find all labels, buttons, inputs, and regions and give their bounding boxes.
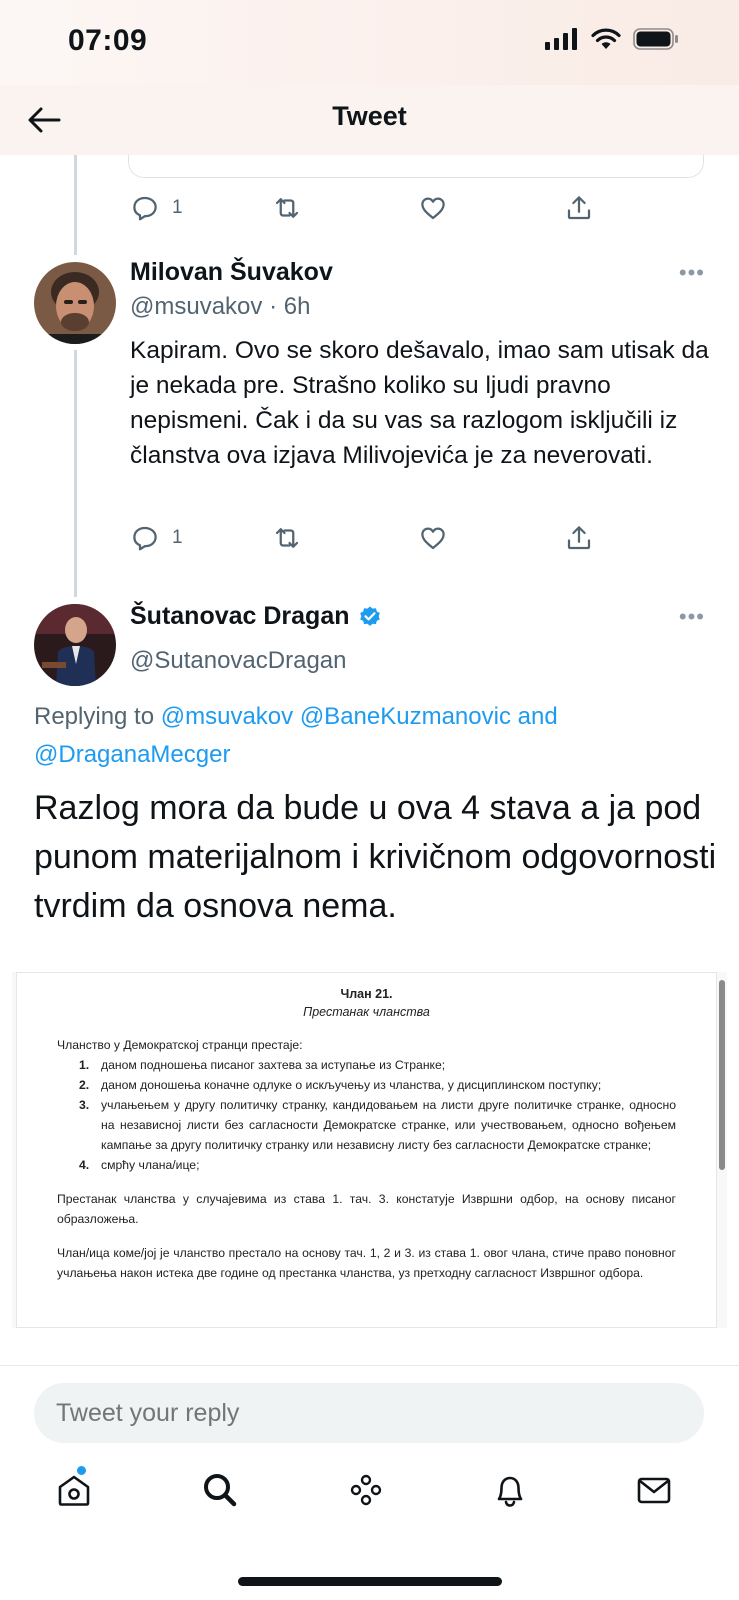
battery-icon — [633, 28, 678, 50]
tab-bar — [0, 1460, 739, 1540]
tab-spaces[interactable] — [336, 1460, 396, 1520]
replying-prefix: Replying to — [34, 703, 155, 730]
share-button[interactable] — [564, 518, 594, 558]
retweet-icon — [275, 198, 299, 218]
doc-heading: Члан 21. — [340, 987, 393, 1001]
doc-intro: Чланство у Демократској странци престаје… — [57, 1038, 303, 1052]
more-options-button[interactable]: ••• — [679, 260, 705, 286]
author-handle: @SutanovacDragan — [130, 647, 347, 674]
home-icon — [58, 1475, 90, 1506]
signal-icon — [545, 28, 577, 50]
page-title: Tweet — [332, 101, 407, 131]
status-bar: 07:09 — [0, 0, 739, 85]
tweet-text: Kapiram. Ovo se skoro dešavalo, imao sam… — [130, 337, 709, 469]
retweet-icon — [275, 528, 299, 548]
notifications-icon — [497, 1476, 523, 1507]
reply-count: 1 — [172, 197, 183, 218]
scrollbar[interactable] — [719, 980, 725, 1170]
retweet-button[interactable] — [272, 188, 302, 228]
like-button[interactable] — [418, 518, 448, 558]
doc-list-item: 2. даном доношења коначне одлуке о искључ… — [79, 1078, 602, 1092]
reply-icon — [133, 526, 157, 551]
reply-button[interactable]: 1 — [130, 518, 183, 558]
author-name-text: Milovan Šuvakov — [130, 258, 333, 286]
thread-line — [74, 155, 77, 255]
retweet-button[interactable] — [272, 518, 302, 558]
replying-to: Replying to @msuvakov @BaneKuzmanovic an… — [34, 698, 714, 774]
share-icon — [567, 526, 591, 550]
reply-bar — [0, 1365, 739, 1445]
tweet-actions: 1 — [130, 188, 630, 228]
author-name[interactable]: Šutanovac Dragan — [130, 602, 382, 631]
doc-list-item: 4. смрћу члана/ице; — [79, 1158, 200, 1172]
doc-list-item: 3. учлањењем у другу политичку странку, к… — [79, 1098, 676, 1152]
messages-icon — [637, 1477, 671, 1504]
tweet-actions: 1 — [130, 518, 630, 558]
heart-icon — [421, 527, 445, 550]
tab-search[interactable] — [190, 1460, 250, 1520]
tab-messages[interactable] — [624, 1460, 684, 1520]
tweet-media[interactable]: Члан 21. Престанак чланства Чланство у Д… — [12, 972, 727, 1328]
search-icon — [204, 1474, 237, 1507]
replying-last-link[interactable]: @DraganaMecger — [34, 741, 230, 768]
doc-list: 1. даном подношења писаног захтева за ист… — [79, 1055, 676, 1175]
replying-and-link[interactable]: and — [518, 703, 558, 730]
avatar[interactable] — [34, 262, 116, 344]
status-time: 07:09 — [68, 24, 148, 57]
doc-paragraph: Престанак чланства у случајевима из став… — [57, 1192, 676, 1226]
avatar-photo — [34, 262, 116, 344]
share-icon — [567, 196, 591, 220]
like-button[interactable] — [418, 188, 448, 228]
replying-users-link[interactable]: @msuvakov @BaneKuzmanovic — [161, 703, 511, 730]
doc-paragraph: Члан/ица коме/јој је чланство престало н… — [57, 1246, 676, 1280]
unread-dot — [77, 1466, 86, 1475]
avatar[interactable] — [34, 604, 116, 686]
reply-count: 1 — [172, 527, 183, 548]
share-button[interactable] — [564, 188, 594, 228]
document-image: Члан 21. Престанак чланства Чланство у Д… — [16, 972, 717, 1328]
status-icons — [545, 28, 679, 50]
more-options-button[interactable]: ••• — [679, 604, 705, 630]
reply-input[interactable] — [34, 1383, 704, 1443]
author-name-text: Šutanovac Dragan — [130, 602, 350, 630]
reply-icon — [133, 196, 157, 221]
verified-badge-icon — [359, 606, 380, 626]
avatar-photo — [34, 604, 116, 686]
spaces-icon — [350, 1474, 382, 1506]
doc-list-item: 1. даном подношења писаног захтева за ист… — [79, 1058, 446, 1072]
tab-notifications[interactable] — [480, 1460, 540, 1520]
thread-line — [74, 350, 77, 597]
doc-subheading: Престанак чланства — [303, 1005, 430, 1019]
top-nav: Tweet — [0, 85, 739, 155]
home-indicator — [238, 1577, 502, 1586]
main-tweet-text: Razlog mora da bude u ova 4 stava a ja p… — [34, 789, 717, 925]
heart-icon — [421, 197, 445, 220]
reply-button[interactable]: 1 — [130, 188, 183, 228]
author-handle: @msuvakov · 6h — [130, 293, 311, 320]
wifi-icon — [591, 28, 621, 49]
tab-home[interactable] — [44, 1460, 104, 1520]
author-name[interactable]: Milovan Šuvakov — [130, 258, 333, 287]
